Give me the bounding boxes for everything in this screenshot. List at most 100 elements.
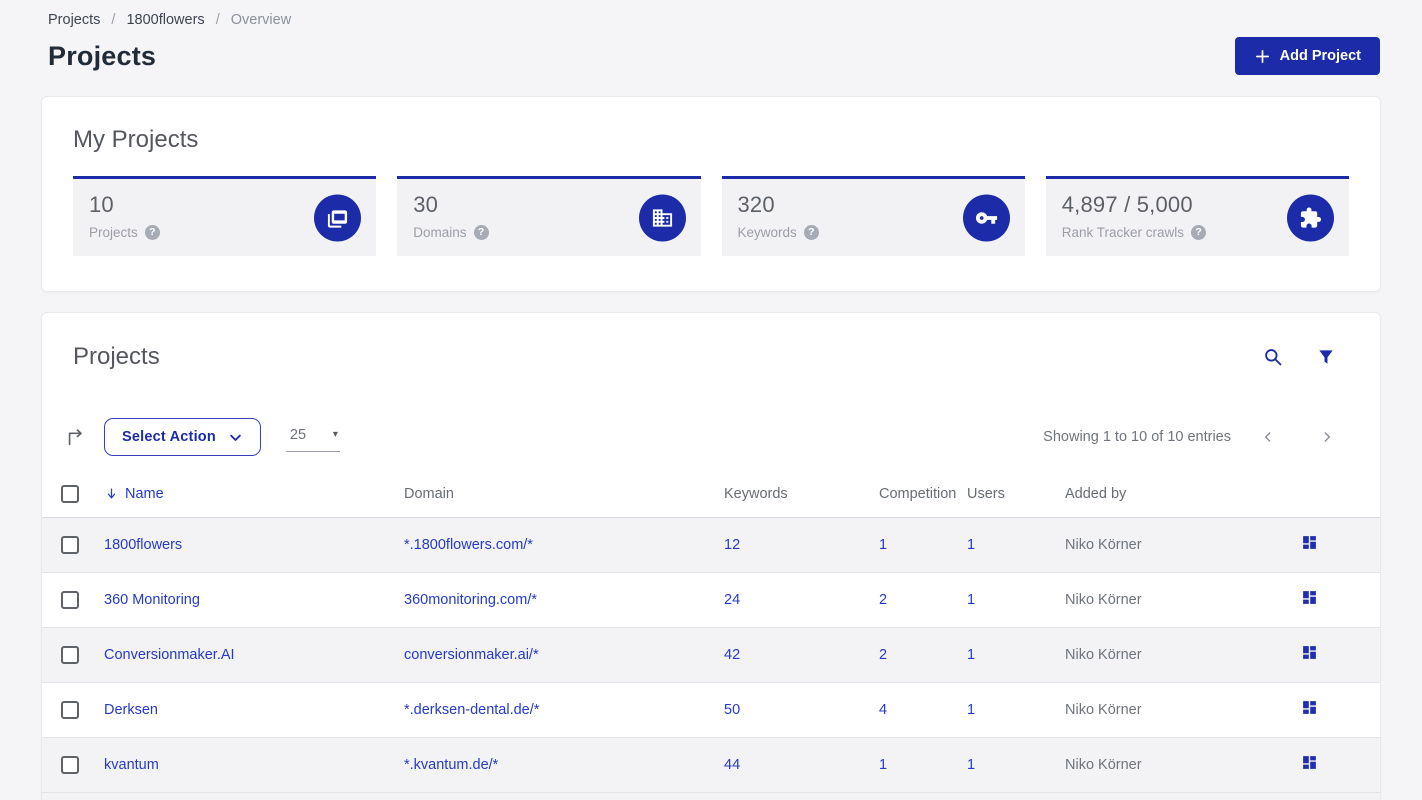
page-title: Projects: [48, 40, 157, 71]
project-domain-link[interactable]: *.kvantum.de/*: [404, 757, 498, 773]
project-name-link[interactable]: Derksen: [104, 702, 158, 718]
stat-label: Domains: [413, 225, 467, 240]
column-header-competition[interactable]: Competition: [879, 471, 967, 518]
project-domain-link[interactable]: *.1800flowers.com/*: [404, 537, 533, 553]
project-row: kvantum *.kvantum.de/* 44 1 1 Niko Körne…: [42, 737, 1380, 792]
project-users-count[interactable]: 1: [967, 702, 975, 718]
column-header-domain[interactable]: Domain: [404, 471, 724, 518]
stat-card: 4,897 / 5,000 Rank Tracker crawls ?: [1045, 176, 1349, 256]
stat-card: 10 Projects ?: [73, 176, 377, 256]
page-size-select[interactable]: 25 ▾: [285, 422, 340, 452]
stat-icon: [1287, 194, 1334, 241]
project-added-by: Niko Körner: [1065, 756, 1142, 773]
redirect-arrow-icon[interactable]: [65, 426, 87, 448]
stat-icon: [962, 194, 1010, 241]
project-competition-count[interactable]: 2: [879, 592, 887, 608]
filter-icon[interactable]: [1316, 347, 1336, 367]
stat-icon: [314, 194, 362, 241]
next-page-icon[interactable]: [1314, 428, 1340, 446]
stat-card: 30 Domains ?: [397, 176, 701, 256]
dashboard-icon[interactable]: [1301, 534, 1318, 551]
dashboard-icon[interactable]: [1301, 754, 1318, 771]
project-competition-count[interactable]: 4: [879, 702, 887, 718]
project-keywords-count[interactable]: 24: [724, 592, 740, 608]
page-size-value: 25: [289, 426, 307, 443]
project-row: 360 Monitoring 360monitoring.com/* 24 2 …: [42, 572, 1380, 627]
projects-table-card: Projects Select Action 25 ▾ Showing 1 to…: [41, 312, 1381, 800]
project-users-count[interactable]: 1: [967, 592, 975, 608]
row-checkbox[interactable]: [61, 645, 79, 664]
stat-icon: [638, 194, 686, 241]
project-competition-count[interactable]: 1: [879, 757, 887, 773]
dashboard-icon[interactable]: [1301, 589, 1318, 606]
breadcrumb-projects[interactable]: Projects: [48, 12, 100, 28]
column-header-users[interactable]: Users: [967, 471, 1065, 518]
my-projects-card: My Projects 10 Projects ? 30 Domains ? 3…: [41, 96, 1381, 292]
next-row-partial: [42, 792, 1380, 800]
row-checkbox[interactable]: [61, 755, 79, 774]
help-icon[interactable]: ?: [473, 225, 489, 240]
dashboard-icon[interactable]: [1301, 699, 1318, 716]
select-action-label: Select Action: [122, 429, 216, 445]
table-body: 1800flowers *.1800flowers.com/* 12 1 1 N…: [42, 517, 1380, 792]
help-icon[interactable]: ?: [803, 225, 819, 240]
projects-table-title: Projects: [73, 343, 160, 370]
row-checkbox[interactable]: [61, 535, 79, 554]
column-header-keywords[interactable]: Keywords: [724, 471, 879, 518]
sort-desc-icon: [104, 486, 119, 501]
my-projects-title: My Projects: [73, 126, 199, 153]
project-keywords-count[interactable]: 42: [724, 647, 740, 663]
project-row: 1800flowers *.1800flowers.com/* 12 1 1 N…: [42, 517, 1380, 572]
breadcrumb-separator: /: [215, 12, 220, 28]
row-checkbox[interactable]: [61, 700, 79, 719]
select-action-dropdown[interactable]: Select Action: [104, 418, 261, 456]
prev-page-icon[interactable]: [1255, 428, 1281, 446]
add-project-label: Add Project: [1279, 48, 1361, 64]
chevron-down-icon: [230, 434, 241, 441]
top-header: Projects / 1800flowers / Overview Projec…: [0, 0, 1422, 75]
project-competition-count[interactable]: 1: [879, 537, 887, 553]
project-row: Derksen *.derksen-dental.de/* 50 4 1 Nik…: [42, 682, 1380, 737]
project-keywords-count[interactable]: 12: [724, 537, 740, 553]
add-project-button[interactable]: Add Project: [1234, 37, 1380, 75]
project-name-link[interactable]: Conversionmaker.AI: [104, 647, 235, 663]
project-added-by: Niko Körner: [1065, 536, 1142, 553]
project-keywords-count[interactable]: 44: [724, 757, 740, 773]
project-name-link[interactable]: 1800flowers: [104, 537, 182, 553]
column-header-name[interactable]: Name: [104, 471, 404, 518]
project-users-count[interactable]: 1: [967, 647, 975, 663]
projects-table: Name Domain Keywords Competition Users A…: [42, 471, 1380, 793]
stat-card: 320 Keywords ?: [721, 176, 1025, 256]
showing-entries-text: Showing 1 to 10 of 10 entries: [1043, 429, 1231, 445]
stat-label: Projects: [89, 225, 138, 240]
project-name-link[interactable]: 360 Monitoring: [104, 592, 200, 608]
row-checkbox[interactable]: [61, 590, 79, 609]
help-icon[interactable]: ?: [1191, 225, 1207, 240]
stats-grid: 10 Projects ? 30 Domains ? 320 Keywords …: [73, 176, 1349, 256]
search-icon[interactable]: [1263, 347, 1283, 367]
column-header-added-by[interactable]: Added by: [1065, 471, 1263, 518]
select-all-checkbox[interactable]: [61, 484, 79, 503]
breadcrumb-project-1800flowers[interactable]: 1800flowers: [126, 12, 204, 28]
project-keywords-count[interactable]: 50: [724, 702, 740, 718]
stat-label: Keywords: [737, 225, 797, 240]
plus-icon: [1255, 49, 1269, 63]
breadcrumb: Projects / 1800flowers / Overview: [48, 12, 1380, 28]
project-domain-link[interactable]: *.derksen-dental.de/*: [404, 702, 539, 718]
project-added-by: Niko Körner: [1065, 701, 1142, 718]
help-icon[interactable]: ?: [144, 225, 160, 240]
project-added-by: Niko Körner: [1065, 646, 1142, 663]
breadcrumb-separator: /: [111, 12, 116, 28]
caret-down-icon: ▾: [332, 429, 338, 440]
project-domain-link[interactable]: conversionmaker.ai/*: [404, 647, 539, 663]
project-added-by: Niko Körner: [1065, 591, 1142, 608]
breadcrumb-overview: Overview: [230, 12, 292, 28]
project-competition-count[interactable]: 2: [879, 647, 887, 663]
dashboard-icon[interactable]: [1301, 644, 1318, 661]
project-users-count[interactable]: 1: [967, 537, 975, 553]
project-name-link[interactable]: kvantum: [104, 757, 159, 773]
project-users-count[interactable]: 1: [967, 757, 975, 773]
project-row: Conversionmaker.AI conversionmaker.ai/* …: [42, 627, 1380, 682]
project-domain-link[interactable]: 360monitoring.com/*: [404, 592, 537, 608]
table-header-row: Name Domain Keywords Competition Users A…: [42, 471, 1380, 518]
